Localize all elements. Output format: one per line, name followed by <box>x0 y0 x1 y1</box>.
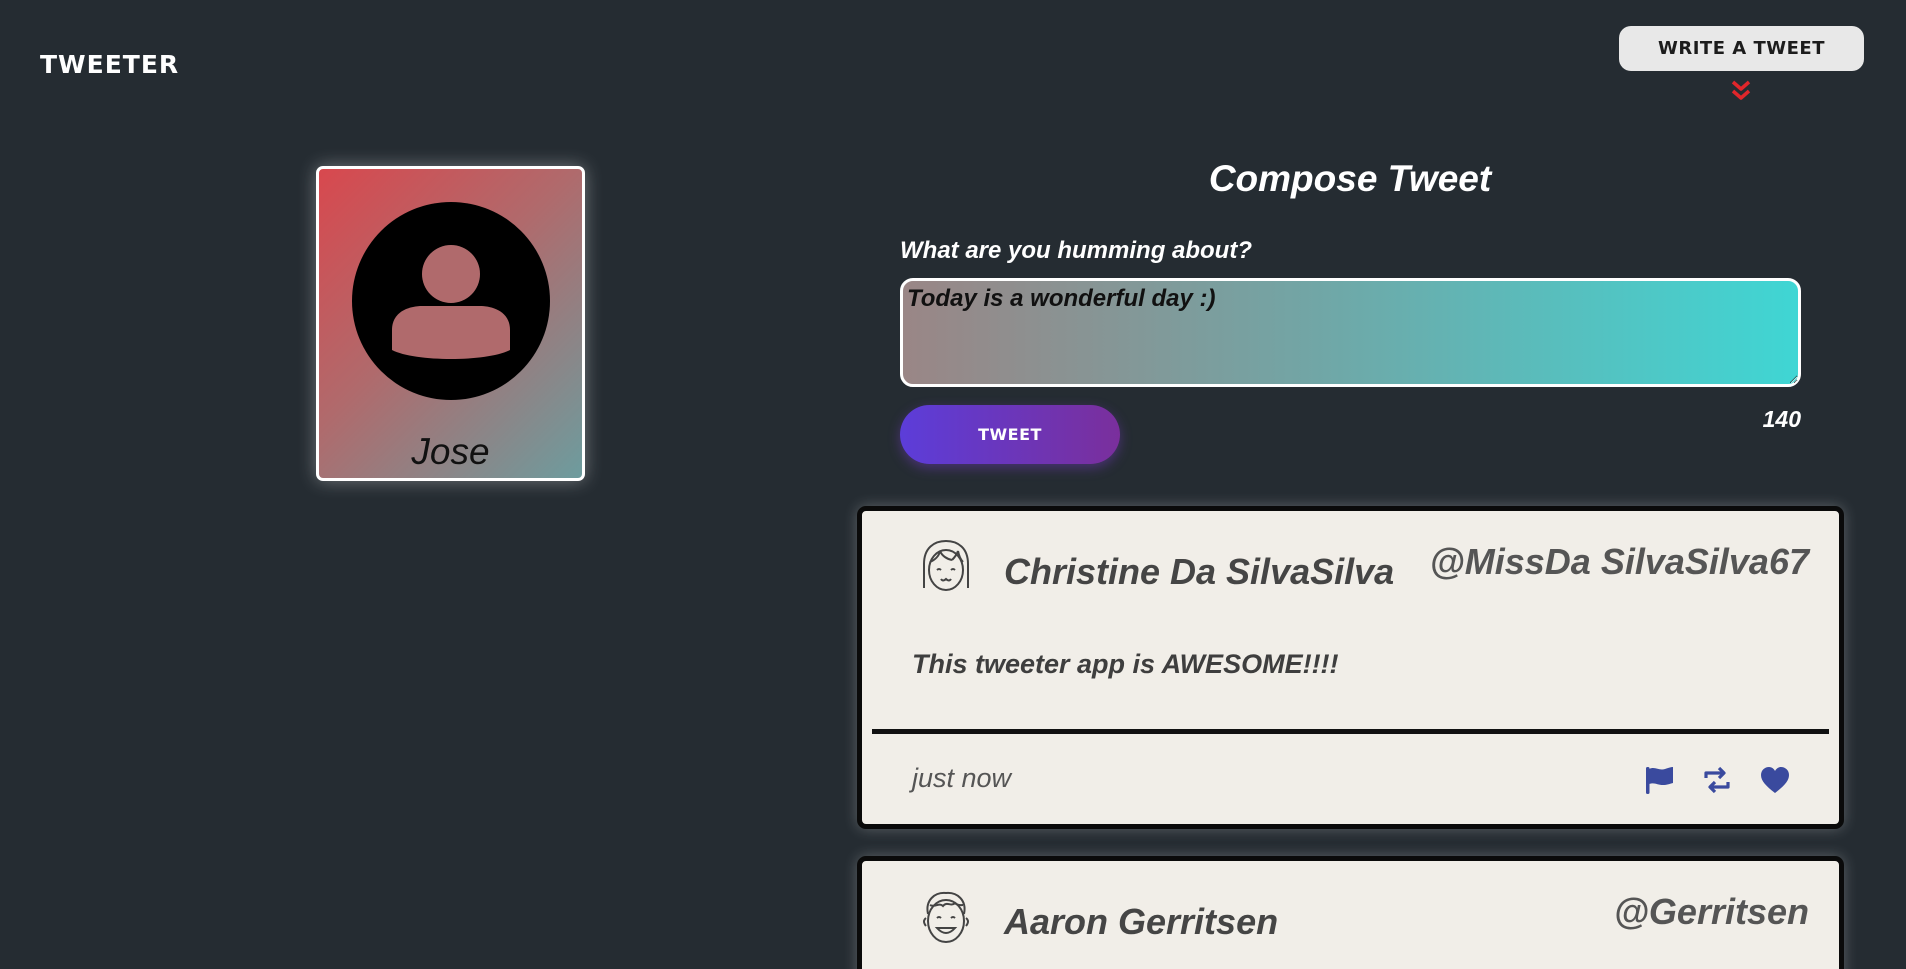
flag-icon[interactable] <box>1643 765 1675 795</box>
tweet-timestamp: just now <box>912 763 1012 793</box>
brand-logo[interactable]: TWEETER <box>40 50 179 79</box>
profile-card: Jose <box>316 166 585 481</box>
chevron-double-down-icon[interactable] <box>1730 79 1752 103</box>
tweet-divider <box>872 729 1829 734</box>
user-avatar-icon <box>352 202 550 400</box>
tweet-text: This tweeter app is AWESOME!!!! <box>912 649 1339 679</box>
girl-face-icon <box>923 539 969 591</box>
tweet-author-name[interactable]: Christine Da SilvaSilva <box>1004 551 1394 593</box>
retweet-icon[interactable] <box>1701 765 1733 795</box>
write-tweet-button[interactable]: WRITE A TWEET <box>1619 26 1864 71</box>
page: TWEETER WRITE A TWEET Jose Compose Tweet… <box>0 0 1906 969</box>
char-counter: 140 <box>1762 406 1801 432</box>
boy-face-icon <box>923 891 969 943</box>
tweet-author-name[interactable]: Aaron Gerritsen <box>1004 901 1278 943</box>
tweet-text-input[interactable] <box>900 278 1801 387</box>
heart-icon[interactable] <box>1759 765 1791 795</box>
profile-name: Jose <box>411 431 490 472</box>
tweet-author-handle[interactable]: @MissDa SilvaSilva67 <box>1430 541 1809 583</box>
tweet-submit-button[interactable]: TWEET <box>900 405 1120 464</box>
tweet-card: Christine Da SilvaSilva @MissDa SilvaSil… <box>857 506 1844 829</box>
compose-prompt-label: What are you humming about? <box>900 237 1252 264</box>
tweet-author-handle[interactable]: @Gerritsen <box>1614 891 1809 933</box>
compose-title: Compose Tweet <box>1208 158 1492 199</box>
tweet-card: Aaron Gerritsen @Gerritsen <box>857 856 1844 969</box>
tweet-actions <box>1643 765 1791 795</box>
